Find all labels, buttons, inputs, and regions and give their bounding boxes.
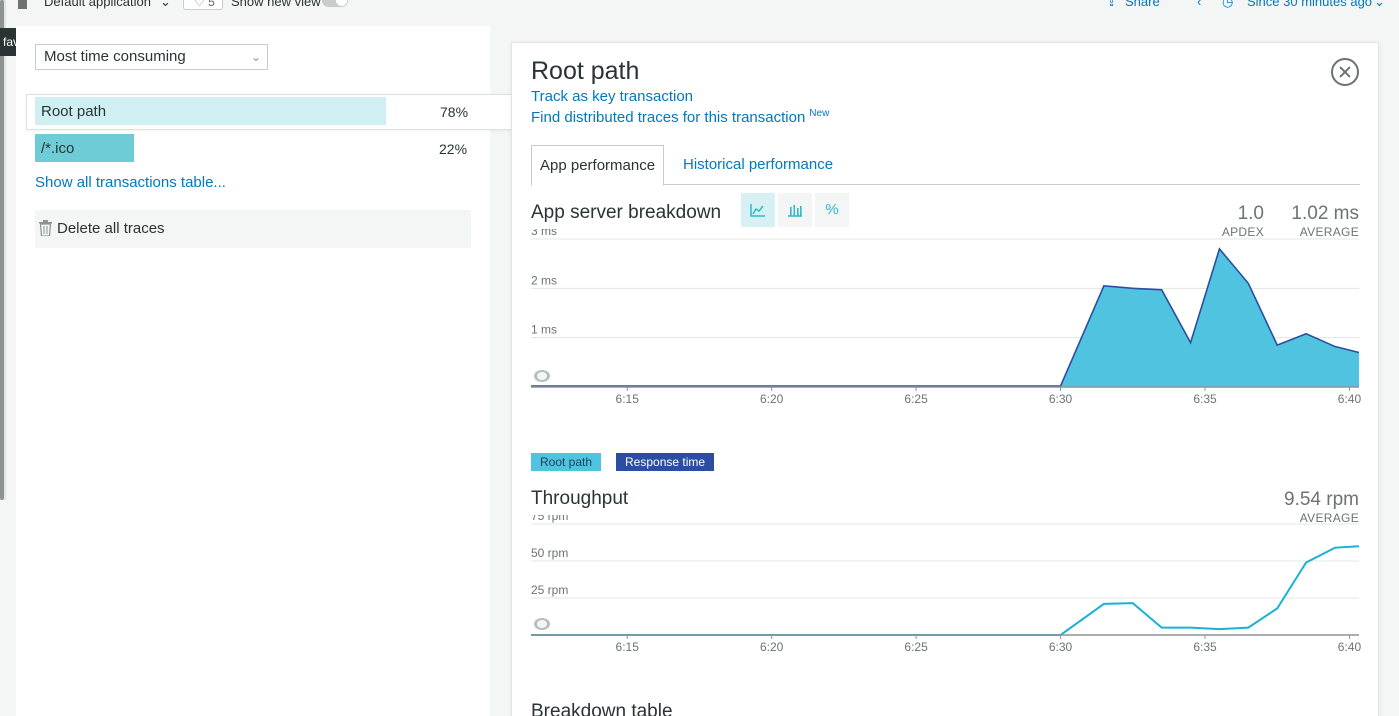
distributed-traces-link[interactable]: Find distributed traces for this transac… <box>531 108 829 126</box>
sort-select[interactable]: Most time consuming ⌄ <box>35 44 268 70</box>
x-tick-label: 6:35 <box>1193 640 1217 654</box>
breakdown-table-title: Breakdown table <box>531 701 673 716</box>
trash-icon <box>39 220 52 236</box>
prev-time-button[interactable]: ‹ <box>1197 0 1201 9</box>
x-tick-label: 6:25 <box>904 640 928 654</box>
track-key-transaction-link[interactable]: Track as key transaction <box>531 88 693 105</box>
show-new-view-label: Show new view <box>231 0 321 9</box>
chevron-down-icon: ⌄ <box>250 50 261 64</box>
percent-button[interactable]: % <box>815 193 849 227</box>
legend-root-path[interactable]: Root path <box>531 453 602 471</box>
x-tick-label: 6:25 <box>904 392 928 406</box>
y-tick-label: 2 ms <box>531 273 557 287</box>
x-tick-label: 6:30 <box>1049 640 1073 654</box>
share-button[interactable]: Share <box>1125 0 1160 9</box>
x-tick-label: 6:20 <box>760 640 784 654</box>
tab-historical-performance[interactable]: Historical performance <box>675 145 841 186</box>
app-selector[interactable]: Default application <box>44 0 151 9</box>
left-scroll-edge <box>0 0 6 500</box>
y-tick-label: 50 rpm <box>531 546 568 560</box>
transaction-detail-panel: Root path Track as key transaction Find … <box>511 42 1379 716</box>
scrollbar[interactable] <box>0 0 4 500</box>
y-tick-label: 25 rpm <box>531 583 568 597</box>
marker-icon-inner <box>537 620 547 628</box>
time-range-picker[interactable]: Since 30 minutes ago <box>1247 0 1372 9</box>
area-chart-button[interactable] <box>741 193 775 227</box>
x-tick-label: 6:35 <box>1193 392 1217 406</box>
y-tick-label: 1 ms <box>531 323 557 337</box>
area-chart-icon <box>750 204 765 217</box>
x-tick-label: 6:40 <box>1338 392 1361 406</box>
favorite-count-value: 5 <box>208 0 215 9</box>
x-tick-label: 6:15 <box>616 392 640 406</box>
tab-app-performance[interactable]: App performance <box>531 145 665 186</box>
x-tick-label: 6:15 <box>616 640 640 654</box>
throughput-title: Throughput <box>531 488 629 509</box>
y-tick-label: 3 ms <box>531 229 557 238</box>
throughput-chart: 25 rpm 50 rpm 75 rpm 6:15 6:20 6:25 6:30 6:35 6:… <box>531 515 1361 654</box>
top-bar: Default application ⌄ ♡ 5 Show new view … <box>0 0 1399 500</box>
transaction-percent: 22% <box>439 141 468 157</box>
bar-chart-icon <box>788 205 802 217</box>
close-icon[interactable] <box>1331 58 1359 86</box>
delete-traces-label: Delete all traces <box>57 220 165 237</box>
chevron-down-icon[interactable]: ⌄ <box>1374 0 1385 10</box>
heart-icon: ♡ <box>194 0 209 9</box>
favorite-count[interactable]: ♡ 5 <box>183 0 223 10</box>
app-server-breakdown-chart: 1 ms 2 ms 3 ms 6:15 6:20 6:25 6:30 6:35 6:40 <box>531 229 1361 406</box>
marker-icon-inner <box>537 372 547 380</box>
new-badge: New <box>809 108 830 119</box>
series-line <box>531 545 1360 636</box>
clock-icon: ◷ <box>1222 0 1234 9</box>
transaction-row[interactable]: /*.ico 22% <box>35 132 471 168</box>
sort-select-value: Most time consuming <box>44 48 186 65</box>
transaction-name: Root path <box>41 103 107 120</box>
throughput-average-value: 9.54 rpm <box>1284 489 1359 510</box>
chevron-down-icon[interactable]: ⌄ <box>160 0 171 10</box>
share-icon[interactable]: ⇪ <box>1106 0 1117 10</box>
distributed-traces-label: Find distributed traces for this transac… <box>531 109 806 126</box>
x-tick-label: 6:30 <box>1049 392 1073 406</box>
average-value: 1.02 ms <box>1291 203 1359 224</box>
y-tick-label: 75 rpm <box>531 515 568 523</box>
x-tick-label: 6:40 <box>1338 640 1361 654</box>
transactions-panel: Most time consuming ⌄ Root path 78% /*.i… <box>16 26 512 716</box>
breakdown-title: App server breakdown <box>531 202 722 223</box>
x-tick-label: 6:20 <box>760 392 784 406</box>
bar-chart-button[interactable] <box>778 193 812 227</box>
stop-icon[interactable] <box>18 0 27 9</box>
series-area <box>531 248 1359 387</box>
transaction-row-selected[interactable]: Root path 78% <box>26 94 512 130</box>
tab-bar: App performance Historical performance <box>531 145 1360 186</box>
transaction-name: /*.ico <box>41 140 75 157</box>
new-view-toggle[interactable] <box>322 0 348 7</box>
delete-traces-button[interactable]: Delete all traces <box>35 210 471 248</box>
page-title: Root path <box>531 57 640 85</box>
legend-response-time[interactable]: Response time <box>616 453 715 471</box>
apdex-value: 1.0 <box>1237 203 1264 224</box>
transaction-percent: 78% <box>440 104 469 120</box>
show-all-transactions-link[interactable]: Show all transactions table... <box>35 174 226 191</box>
